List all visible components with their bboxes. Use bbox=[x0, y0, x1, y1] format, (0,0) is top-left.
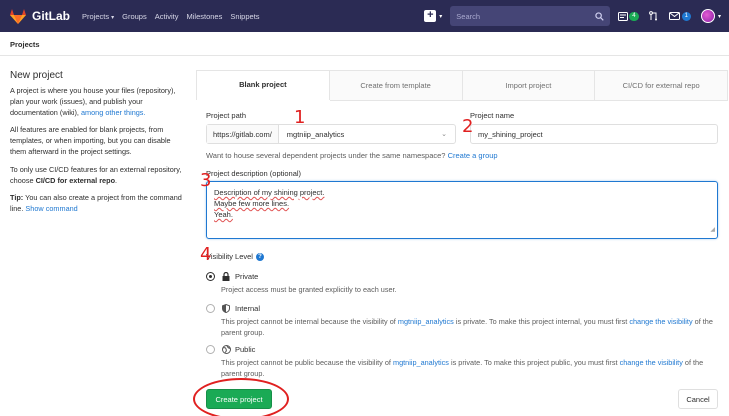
radio-internal[interactable] bbox=[206, 304, 215, 313]
lock-icon bbox=[221, 272, 231, 281]
avatar bbox=[700, 9, 715, 23]
visibility-option-public: Public This project cannot be public bec… bbox=[206, 345, 720, 379]
intro-text: A project is where you house your files … bbox=[10, 86, 176, 117]
project-description-textarea[interactable]: Description of my shining project. Maybe… bbox=[206, 181, 718, 239]
tip-text: Tip: You can also create a project from … bbox=[10, 193, 182, 214]
merge-requests-button[interactable] bbox=[648, 11, 659, 21]
chevron-down-icon: ▾ bbox=[111, 14, 115, 21]
project-path-label: Project path bbox=[206, 111, 247, 120]
nav-projects[interactable]: Projects ▾ bbox=[82, 12, 114, 21]
annotation-circle bbox=[193, 378, 289, 416]
search-input[interactable]: Search bbox=[450, 6, 611, 26]
top-navbar: GitLab Projects ▾ Groups Activity Milesto… bbox=[0, 0, 729, 32]
cancel-button[interactable]: Cancel bbox=[678, 389, 718, 409]
annotation-4: 4 bbox=[200, 244, 212, 265]
search-icon bbox=[595, 11, 604, 21]
question-circle-icon[interactable]: ? bbox=[255, 252, 264, 261]
sidebar-info: New project A project is where you house… bbox=[10, 70, 182, 222]
radio-private[interactable] bbox=[206, 272, 215, 281]
tab-import-project[interactable]: Import project bbox=[461, 71, 595, 100]
namespace-select[interactable]: mgtniip_analytics ⌄ bbox=[279, 125, 455, 143]
radio-public[interactable] bbox=[206, 345, 215, 354]
todo-icon bbox=[618, 11, 629, 21]
group-link[interactable]: mgtniip_analytics bbox=[398, 317, 454, 326]
plus-icon: + bbox=[424, 10, 437, 22]
project-name-input[interactable]: my_shining_project bbox=[470, 124, 718, 144]
visibility-level-label: Visibility Level ? bbox=[206, 252, 264, 261]
tab-blank-project[interactable]: Blank project bbox=[197, 71, 329, 100]
show-command-link[interactable]: Show command bbox=[25, 204, 77, 213]
among-other-things-link[interactable]: among other things. bbox=[81, 108, 146, 117]
issues-button[interactable]: 1 bbox=[668, 11, 691, 21]
chevron-down-icon: ⌄ bbox=[441, 131, 447, 138]
project-description-label: Project description (optional) bbox=[206, 169, 302, 178]
todo-count-badge: 4 bbox=[629, 11, 639, 21]
description-line: Description of my shining project. bbox=[214, 188, 325, 197]
project-path-field: https://gitlab.com/ mgtniip_analytics ⌄ bbox=[206, 124, 456, 144]
shield-icon bbox=[221, 304, 231, 313]
visibility-option-private: Private Project access must be granted e… bbox=[206, 272, 720, 296]
private-description: Project access must be granted explicitl… bbox=[221, 285, 397, 294]
todos-button[interactable]: 4 bbox=[618, 11, 639, 21]
merge-request-icon bbox=[648, 11, 657, 21]
cicd-text: To only use CI/CD features for an extern… bbox=[10, 164, 182, 185]
user-menu[interactable]: ▾ bbox=[700, 9, 721, 23]
chevron-down-icon: ▾ bbox=[439, 13, 443, 20]
gitlab-tanuki-icon bbox=[10, 8, 26, 24]
tabs-divider bbox=[330, 100, 728, 101]
brand-name: GitLab bbox=[32, 9, 70, 23]
annotation-1: 1 bbox=[294, 107, 306, 128]
tab-cicd-external-repo[interactable]: CI/CD for external repo bbox=[594, 71, 727, 100]
annotation-3: 3 bbox=[200, 170, 212, 191]
group-hint: Want to house several dependent projects… bbox=[206, 151, 498, 160]
page-title: New project bbox=[10, 70, 63, 81]
globe-icon bbox=[221, 345, 231, 354]
public-description: This project cannot be public because th… bbox=[221, 358, 704, 378]
project-name-label: Project name bbox=[470, 111, 515, 120]
create-group-link[interactable]: Create a group bbox=[448, 151, 498, 160]
nav-groups[interactable]: Groups bbox=[122, 12, 147, 21]
description-line: Yeah. bbox=[214, 210, 233, 219]
visibility-option-internal: Internal This project cannot be internal… bbox=[206, 304, 720, 338]
change-visibility-link[interactable]: change the visibility bbox=[620, 358, 683, 367]
project-type-tabs: Blank project Create from template Impor… bbox=[196, 70, 728, 100]
breadcrumb[interactable]: Projects bbox=[10, 40, 40, 49]
internal-description: This project cannot be internal because … bbox=[221, 317, 713, 337]
path-prefix: https://gitlab.com/ bbox=[207, 125, 279, 143]
nav-milestones[interactable]: Milestones bbox=[186, 12, 222, 21]
description-line: Maybe few more lines. bbox=[214, 199, 290, 208]
new-dropdown-button[interactable]: + ▾ bbox=[424, 10, 442, 22]
change-visibility-link[interactable]: change the visibility bbox=[629, 317, 692, 326]
issues-icon bbox=[668, 12, 680, 20]
issues-count-badge: 1 bbox=[681, 11, 691, 21]
tab-create-from-template[interactable]: Create from template bbox=[328, 71, 462, 100]
resize-handle[interactable]: ◢ bbox=[710, 225, 715, 236]
breadcrumb-divider bbox=[0, 55, 729, 56]
group-link[interactable]: mgtniip_analytics bbox=[393, 358, 449, 367]
gitlab-logo[interactable]: GitLab bbox=[10, 8, 70, 24]
annotation-2: 2 bbox=[462, 116, 474, 137]
chevron-down-icon: ▾ bbox=[717, 13, 721, 20]
nav-activity[interactable]: Activity bbox=[155, 12, 179, 21]
features-text: All features are enabled for blank proje… bbox=[10, 125, 171, 156]
nav-snippets[interactable]: Snippets bbox=[230, 12, 259, 21]
